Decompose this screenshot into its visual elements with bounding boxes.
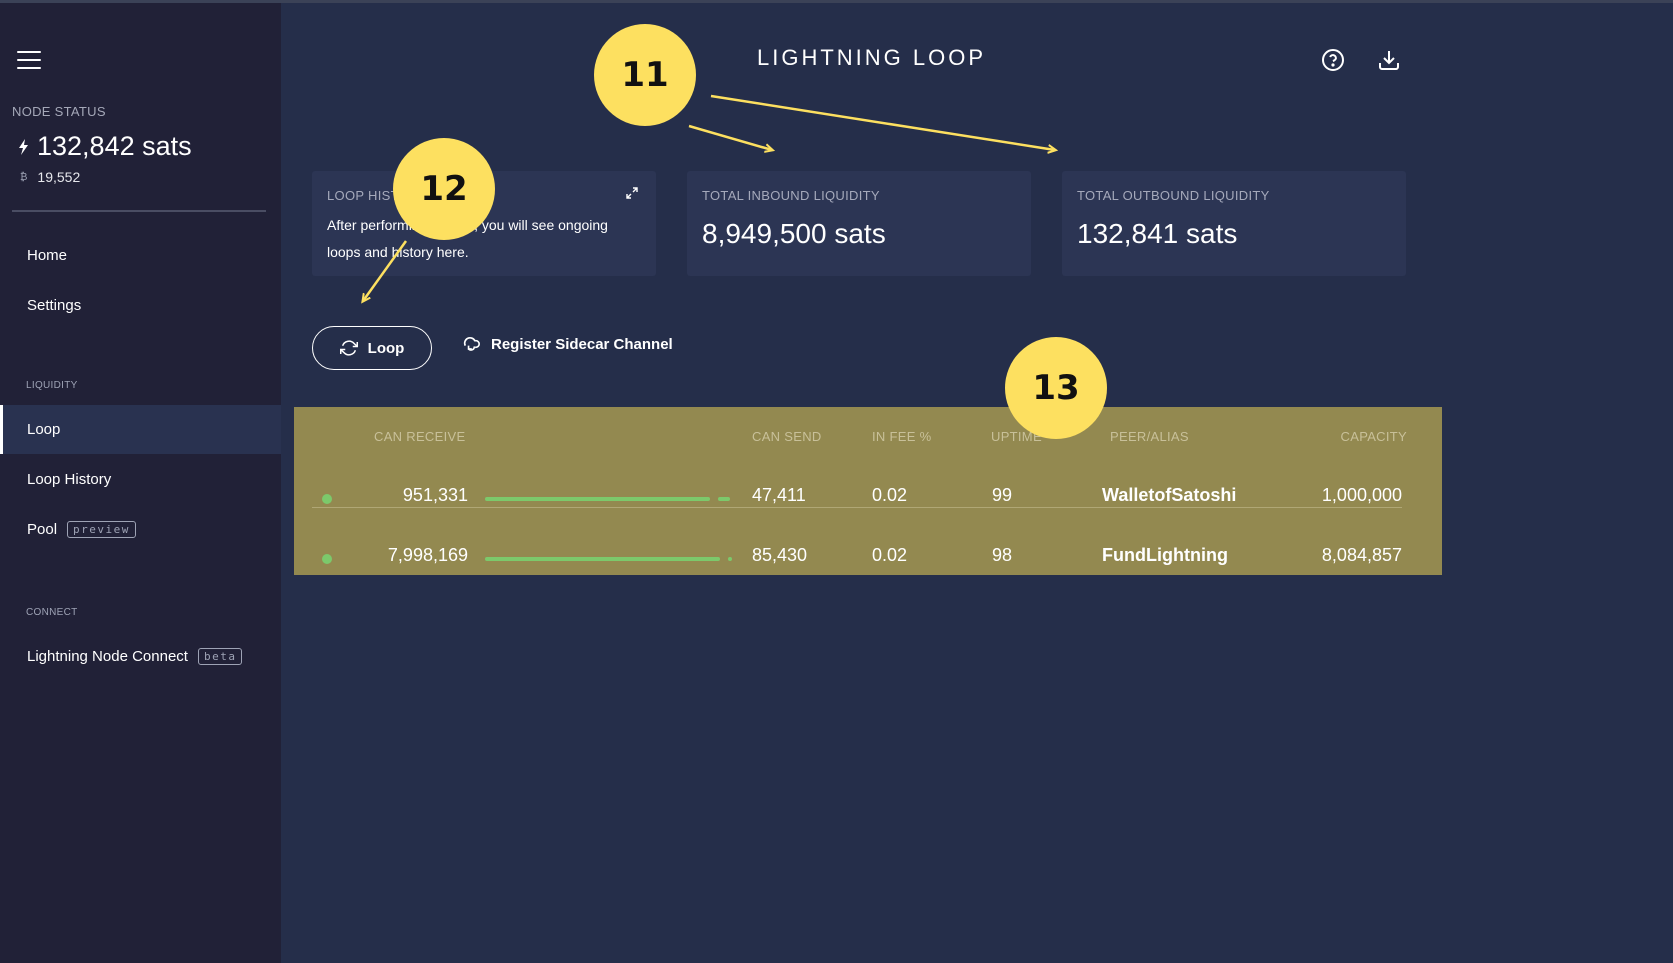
menu-icon[interactable]	[17, 51, 41, 69]
inbound-liquidity-value: 8,949,500 sats	[702, 218, 886, 249]
sidebar-item-label: Settings	[27, 297, 82, 314]
row-divider	[312, 507, 1402, 508]
btc-balance-value: 19,552	[37, 169, 81, 185]
can-send-value: 85,430	[752, 545, 808, 565]
node-balance: 132,842 sats	[18, 131, 192, 162]
section-label-liquidity: LIQUIDITY	[26, 380, 78, 391]
header-capacity[interactable]: CAPACITY	[1341, 429, 1407, 444]
inbound-liquidity-card: TOTAL INBOUND LIQUIDITY 8,949,500 sats	[687, 171, 1031, 276]
preview-tag: preview	[67, 521, 136, 538]
inbound-bar	[485, 557, 720, 561]
status-dot	[322, 554, 332, 564]
annotation-badge-13: 13	[1005, 337, 1107, 439]
section-label-connect: CONNECT	[26, 607, 78, 618]
peer-alias-value: WalletofSatoshi	[1102, 485, 1237, 505]
sidebar-item-settings[interactable]: Settings	[0, 281, 281, 330]
header-can-send[interactable]: CAN SEND	[752, 429, 822, 444]
inbound-bar	[485, 497, 710, 501]
bitcoin-icon: ₿	[20, 171, 28, 183]
uptime-value: 98	[992, 545, 1013, 565]
header-in-fee[interactable]: IN FEE %	[872, 429, 931, 444]
page-title: LIGHTNING LOOP	[757, 45, 987, 70]
header-can-receive[interactable]: CAN RECEIVE	[374, 429, 465, 444]
outbound-bar	[718, 497, 730, 501]
sidebar-item-label: Lightning Node Connect	[27, 648, 188, 665]
outbound-liquidity-value: 132,841 sats	[1077, 218, 1238, 249]
in-fee-value: 0.02	[872, 485, 908, 505]
sidebar-item-label: Loop History	[27, 471, 112, 488]
sidebar-item-loop-history[interactable]: Loop History	[0, 455, 281, 504]
sidebar-item-pool[interactable]: Pool preview	[0, 505, 281, 554]
capacity-value: 1,000,000	[1321, 485, 1402, 505]
node-status-label: NODE STATUS	[12, 104, 106, 119]
capacity-value: 8,084,857	[1321, 545, 1402, 565]
sidebar-item-label: Loop	[27, 421, 61, 438]
sidebar-divider	[12, 210, 266, 212]
register-sidecar-label: Register Sidecar Channel	[491, 335, 673, 353]
card-title: TOTAL OUTBOUND LIQUIDITY	[1077, 188, 1270, 203]
header-peer-alias[interactable]: PEER/ALIAS	[1110, 429, 1189, 444]
refresh-icon	[339, 340, 358, 356]
annotation-badge-12: 12	[393, 138, 495, 240]
beta-tag: beta	[197, 648, 243, 665]
cloud-sync-icon	[463, 336, 480, 351]
sidebar-item-loop[interactable]: Loop	[0, 405, 281, 454]
sidebar-item-home[interactable]: Home	[0, 231, 281, 280]
outbound-liquidity-card: TOTAL OUTBOUND LIQUIDITY 132,841 sats	[1062, 171, 1406, 276]
outbound-bar	[728, 557, 732, 561]
uptime-value: 99	[992, 485, 1013, 505]
balance-value: 132,842 sats	[37, 131, 192, 161]
can-receive-value: 951,331	[402, 485, 468, 505]
help-icon[interactable]	[1321, 48, 1345, 72]
sidebar-item-lightning-node-connect[interactable]: Lightning Node Connect beta	[0, 632, 281, 681]
peer-alias-value: FundLightning	[1102, 545, 1228, 565]
sidebar-item-label: Pool	[27, 521, 58, 538]
table-row[interactable]: 7,998,169 85,430 0.02 98 FundLightning 8…	[312, 527, 1402, 587]
table-row[interactable]: 951,331 47,411 0.02 99 WalletofSatoshi 1…	[312, 467, 1402, 527]
in-fee-value: 0.02	[872, 545, 908, 565]
status-dot	[322, 494, 332, 504]
annotation-arrow	[710, 94, 1055, 150]
register-sidecar-button[interactable]: Register Sidecar Channel	[461, 335, 673, 353]
bolt-icon	[19, 138, 28, 155]
annotation-badge-11: 11	[594, 24, 696, 126]
download-icon[interactable]	[1377, 48, 1401, 72]
expand-icon[interactable]	[625, 186, 639, 200]
annotation-arrow	[688, 124, 772, 150]
btc-balance: ₿ 19,552	[20, 169, 80, 185]
sidebar: NODE STATUS 132,842 sats ₿ 19,552 Home S…	[0, 3, 281, 963]
loop-button-label: Loop	[367, 339, 405, 357]
can-send-value: 47,411	[752, 485, 806, 505]
loop-button[interactable]: Loop	[312, 326, 432, 370]
channel-table: CAN RECEIVE CAN SEND IN FEE % UPTIME PEE…	[294, 407, 1442, 575]
sidebar-item-label: Home	[27, 247, 68, 264]
can-receive-value: 7,998,169	[387, 545, 468, 565]
card-title: TOTAL INBOUND LIQUIDITY	[702, 188, 880, 203]
